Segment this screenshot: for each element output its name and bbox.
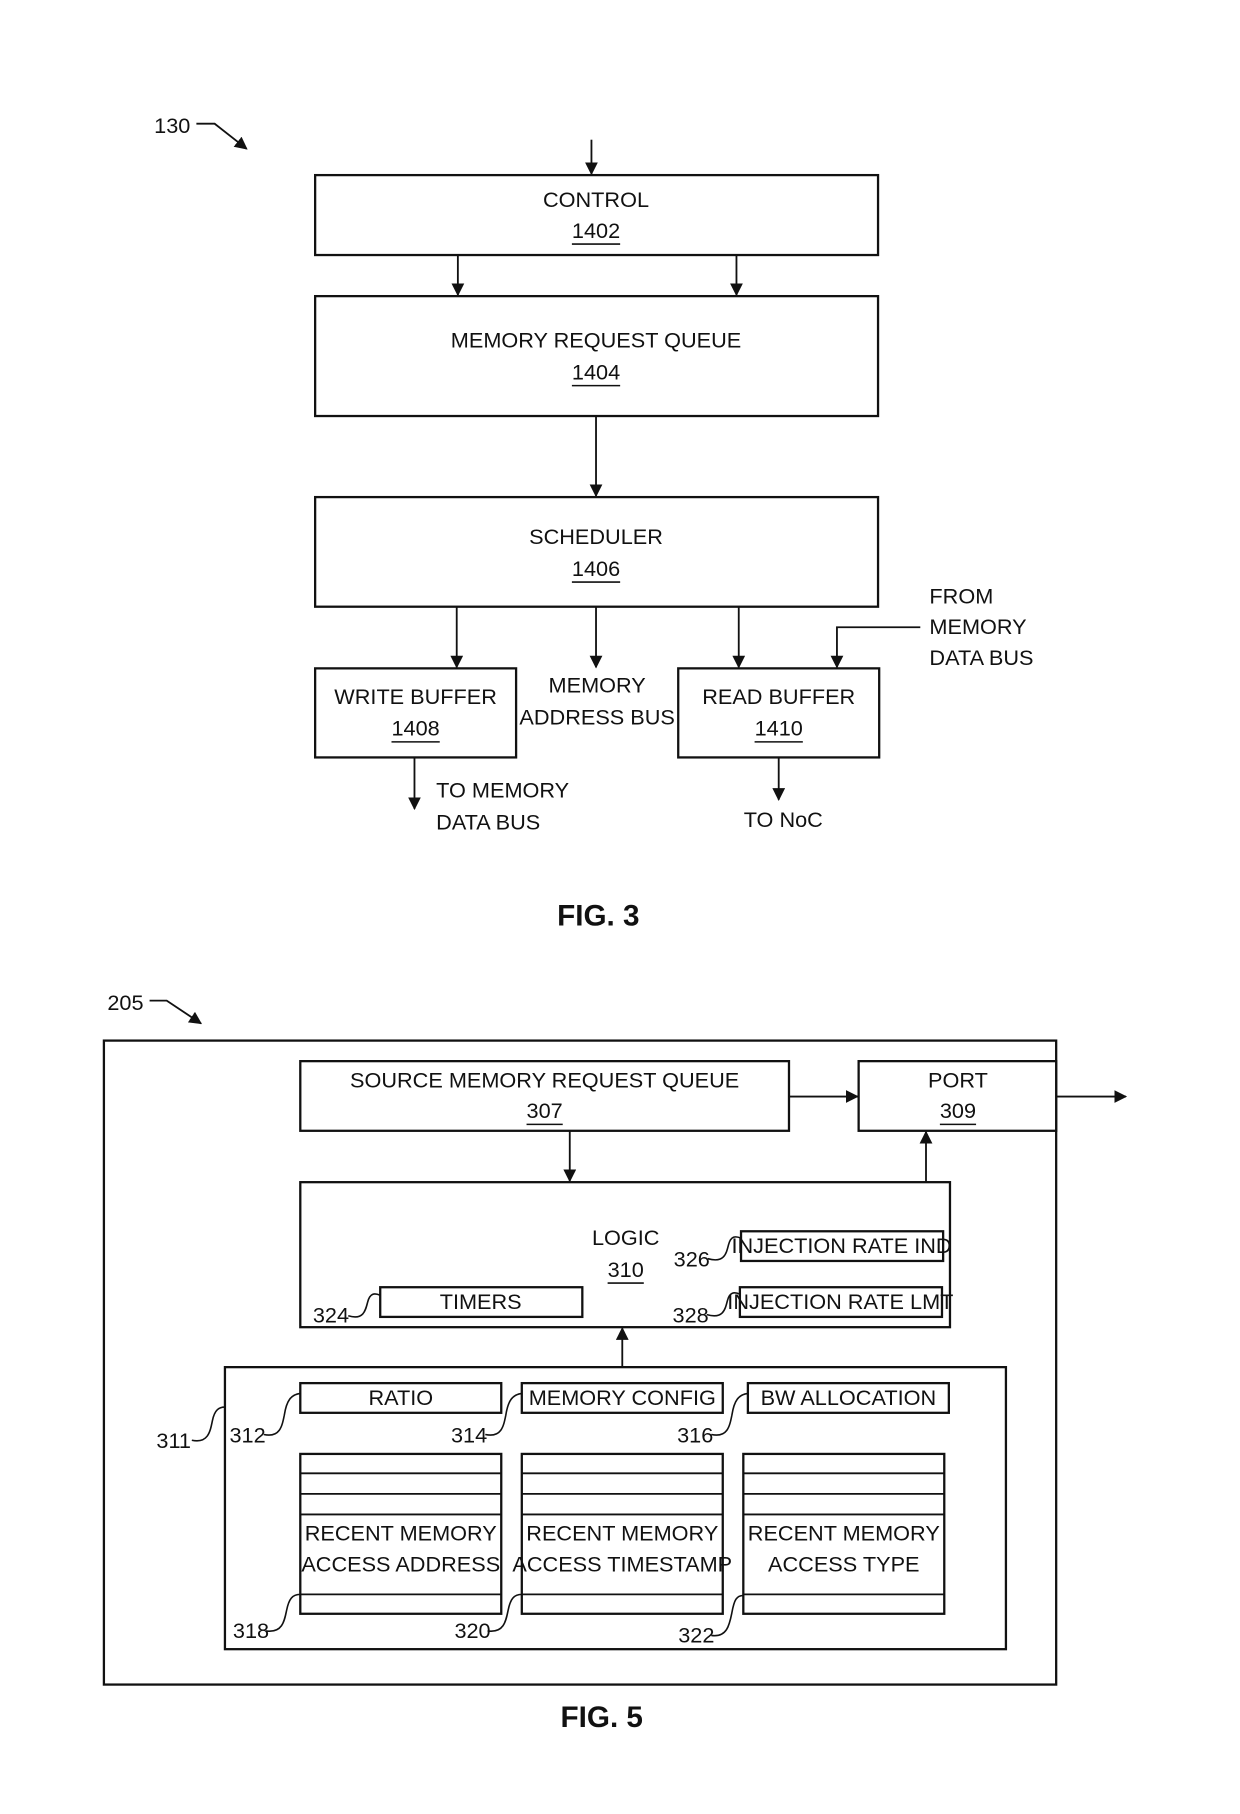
fig5-ref-label: 205 xyxy=(107,990,143,1015)
fig5-caption: FIG. 5 xyxy=(561,1701,643,1734)
patent-figures: 130 CONTROL 1402 MEMORY REQUEST QUEUE 14… xyxy=(102,113,1128,1734)
recent-access-timestamp-ref: 320 xyxy=(454,1618,490,1643)
from-memory-data-bus-label: MEMORY xyxy=(929,614,1026,639)
memory-address-bus-label: ADDRESS BUS xyxy=(519,704,674,729)
fig5-ref-arrow-icon xyxy=(149,999,203,1025)
control-block: CONTROL 1402 xyxy=(313,173,880,257)
injection-rate-lmt-ref: 328 xyxy=(673,1303,709,1328)
memory-request-queue-label: MEMORY REQUEST QUEUE xyxy=(451,328,741,353)
to-noc-label: TO NoC xyxy=(744,807,823,832)
write-buffer-block: WRITE BUFFER 1408 xyxy=(313,667,518,759)
bw-allocation-label: BW ALLOCATION xyxy=(761,1385,937,1410)
recent-access-type-ref: 322 xyxy=(678,1622,714,1647)
recent-access-timestamp-label: ACCESS TIMESTAMP xyxy=(512,1552,732,1577)
memory-config-ref: 314 xyxy=(451,1423,487,1448)
logic-ref: 310 xyxy=(608,1257,644,1282)
fig3-ref-label: 130 xyxy=(154,113,190,138)
bw-allocation-ref: 316 xyxy=(677,1423,713,1448)
memory-request-queue-ref: 1404 xyxy=(572,359,620,384)
injection-rate-ind-ref: 326 xyxy=(674,1247,710,1272)
recent-access-type-label: ACCESS TYPE xyxy=(768,1552,919,1577)
memory-config-label: MEMORY CONFIG xyxy=(529,1385,716,1410)
timers-ref: 324 xyxy=(313,1303,349,1328)
write-buffer-ref: 1408 xyxy=(391,716,439,741)
injection-rate-ind-label: INJECTION RATE IND xyxy=(731,1233,951,1258)
fig3-caption: FIG. 3 xyxy=(557,899,639,932)
recent-access-timestamp-table: RECENT MEMORY ACCESS TIMESTAMP xyxy=(512,1452,732,1615)
port-block: PORT 309 xyxy=(857,1060,1058,1132)
read-buffer-block: READ BUFFER 1410 xyxy=(677,667,881,759)
write-buffer-label: WRITE BUFFER xyxy=(334,684,497,709)
recent-access-address-label: RECENT MEMORY xyxy=(305,1521,497,1546)
figure-3: 130 CONTROL 1402 MEMORY REQUEST QUEUE 14… xyxy=(154,113,1033,932)
memory-request-queue-block: MEMORY REQUEST QUEUE 1404 xyxy=(313,294,880,418)
recent-access-address-ref: 318 xyxy=(233,1618,269,1643)
from-memory-data-bus-label: DATA BUS xyxy=(929,645,1033,670)
logic-block: LOGIC 310 TIMERS 324 INJECTION RATE IND … xyxy=(299,1181,953,1329)
figure-5: 205 SOURCE MEMORY REQUEST QUEUE 307 PORT… xyxy=(102,990,1128,1734)
ratio-ref: 312 xyxy=(230,1423,266,1448)
ratio-label: RATIO xyxy=(368,1385,433,1410)
control-label: CONTROL xyxy=(543,187,649,212)
port-label: PORT xyxy=(928,1067,988,1092)
memory-address-bus-label: MEMORY xyxy=(549,672,646,697)
recent-access-timestamp-label: RECENT MEMORY xyxy=(526,1521,718,1546)
scheduler-ref: 1406 xyxy=(572,556,620,581)
logic-label: LOGIC xyxy=(592,1225,660,1250)
recent-access-type-table: RECENT MEMORY ACCESS TYPE xyxy=(742,1452,946,1615)
recent-access-address-table: RECENT MEMORY ACCESS ADDRESS xyxy=(299,1452,503,1615)
scheduler-label: SCHEDULER xyxy=(529,524,663,549)
from-data-bus-arrow-icon xyxy=(830,626,921,669)
recent-access-type-label: RECENT MEMORY xyxy=(748,1521,940,1546)
fig3-ref-arrow-icon xyxy=(196,122,248,150)
recent-access-address-label: ACCESS ADDRESS xyxy=(301,1552,500,1577)
storage-block: 311 RATIO 312 MEMORY CONFIG 314 BW ALLOC… xyxy=(156,1366,1008,1651)
scheduler-block: SCHEDULER 1406 xyxy=(313,495,880,608)
read-buffer-ref: 1410 xyxy=(755,716,803,741)
source-memory-request-queue-block: SOURCE MEMORY REQUEST QUEUE 307 xyxy=(299,1060,791,1132)
to-memory-data-bus-label: DATA BUS xyxy=(436,809,540,834)
source-queue-ref: 307 xyxy=(527,1098,563,1123)
injection-rate-lmt-label: INJECTION RATE LMT xyxy=(727,1289,953,1314)
to-memory-data-bus-label: TO MEMORY xyxy=(436,777,569,802)
control-ref: 1402 xyxy=(572,218,620,243)
from-memory-data-bus-label: FROM xyxy=(929,583,993,608)
port-ref: 309 xyxy=(940,1098,976,1123)
timers-label: TIMERS xyxy=(440,1289,522,1314)
source-queue-label: SOURCE MEMORY REQUEST QUEUE xyxy=(350,1067,739,1092)
storage-ref: 311 xyxy=(156,1428,191,1453)
read-buffer-label: READ BUFFER xyxy=(702,684,855,709)
